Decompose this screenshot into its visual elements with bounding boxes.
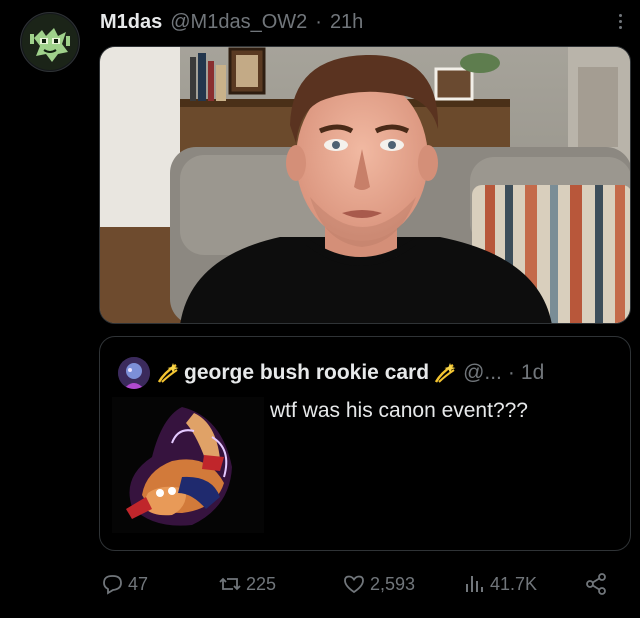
heart-icon (344, 575, 364, 594)
share-button[interactable] (584, 566, 608, 602)
analytics-bar-icon (466, 576, 483, 592)
repost-count: 225 (246, 573, 277, 594)
character-avatar-icon (118, 357, 150, 389)
share-icon (586, 573, 606, 595)
author-handle[interactable]: @M1das_OW2 (170, 11, 307, 34)
quoted-post-card[interactable]: george bush rookie card @... · 1d wtf wa… (99, 336, 631, 551)
quoted-post-image[interactable] (112, 397, 264, 533)
repost-button[interactable]: 225 (218, 566, 276, 602)
more-dot (618, 25, 622, 29)
quoted-author-avatar[interactable] (118, 357, 150, 389)
header-separator: · (315, 10, 322, 33)
reply-button[interactable]: 47 (100, 566, 148, 602)
frog-avatar-icon (22, 14, 78, 70)
more-options-button[interactable] (608, 10, 632, 32)
reply-count: 47 (128, 573, 149, 594)
post-avatar[interactable] (20, 12, 80, 72)
dizzy-emoji-icon (434, 363, 456, 383)
more-vertical-icon (618, 13, 622, 17)
like-button[interactable]: 2,593 (342, 566, 415, 602)
author-display-name[interactable]: M1das (100, 11, 162, 34)
repost-icon (219, 577, 241, 591)
quoted-author-name[interactable]: george bush rookie card (156, 361, 457, 385)
quoted-post-timestamp[interactable]: 1d (521, 361, 544, 385)
post-header: M1das @M1das_OW2 · 21h (100, 6, 363, 38)
post-image[interactable] (99, 46, 631, 324)
like-count: 2,593 (370, 573, 416, 594)
quoted-post-header: george bush rookie card @... · 1d (118, 357, 544, 389)
views-button[interactable]: 41.7K (462, 566, 537, 602)
quoted-header-separator: · (507, 361, 515, 384)
spider-cat-image (112, 397, 264, 533)
reply-icon (103, 575, 122, 595)
more-dot (618, 19, 622, 23)
post-action-bar: 47 225 2,593 41.7K (100, 566, 620, 602)
quoted-author-handle[interactable]: @... (463, 361, 502, 385)
view-count: 41.7K (490, 573, 538, 594)
quoted-author-name-text: george bush rookie card (184, 361, 430, 384)
quoted-post-text: wtf was his canon event??? (270, 399, 528, 422)
man-on-couch-photo (100, 47, 630, 323)
post-timestamp[interactable]: 21h (330, 11, 363, 34)
dizzy-emoji-icon (157, 363, 179, 383)
